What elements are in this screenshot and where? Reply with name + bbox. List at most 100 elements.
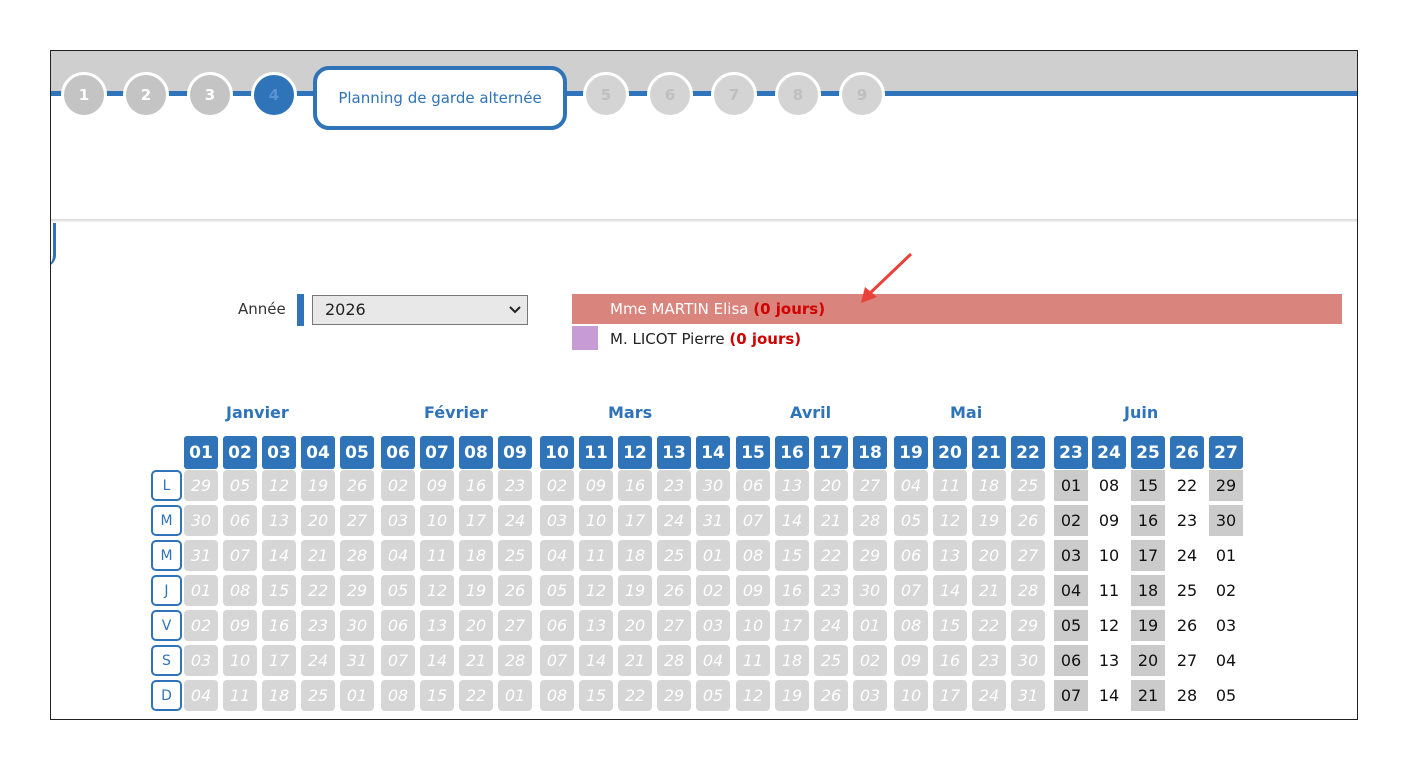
calendar-day[interactable]: 30 — [696, 470, 730, 501]
calendar-day[interactable]: 16 — [775, 575, 809, 606]
calendar-day[interactable]: 11 — [579, 540, 613, 571]
calendar-day[interactable]: 25 — [1170, 575, 1204, 606]
calendar-day[interactable]: 19 — [1131, 610, 1165, 641]
week-number-button[interactable]: 19 — [894, 436, 928, 469]
week-number-button[interactable]: 11 — [579, 436, 613, 469]
calendar-day[interactable]: 18 — [775, 645, 809, 676]
step-2[interactable]: 2 — [123, 72, 169, 118]
calendar-day[interactable]: 31 — [1011, 680, 1045, 711]
weekday-label-button[interactable]: V — [151, 610, 182, 641]
calendar-day[interactable]: 17 — [459, 505, 493, 536]
calendar-day[interactable]: 04 — [696, 645, 730, 676]
calendar-day[interactable]: 06 — [894, 540, 928, 571]
calendar-day[interactable]: 30 — [184, 505, 218, 536]
calendar-day[interactable]: 03 — [381, 505, 415, 536]
calendar-day[interactable]: 16 — [262, 610, 296, 641]
calendar-day[interactable]: 01 — [498, 680, 532, 711]
calendar-day[interactable]: 24 — [1170, 540, 1204, 571]
calendar-day[interactable]: 13 — [933, 540, 967, 571]
calendar-day[interactable]: 04 — [1054, 575, 1088, 606]
calendar-day[interactable]: 15 — [775, 540, 809, 571]
calendar-day[interactable]: 12 — [420, 575, 454, 606]
calendar-day[interactable]: 02 — [540, 470, 574, 501]
legend-parent-1[interactable]: Mme MARTIN Elisa (0 jours) — [572, 294, 1342, 324]
calendar-day[interactable]: 08 — [381, 680, 415, 711]
calendar-day[interactable]: 27 — [340, 505, 374, 536]
calendar-day[interactable]: 01 — [1054, 470, 1088, 501]
calendar-day[interactable]: 04 — [184, 680, 218, 711]
calendar-day[interactable]: 22 — [972, 610, 1006, 641]
calendar-day[interactable]: 27 — [657, 610, 691, 641]
calendar-day[interactable]: 13 — [579, 610, 613, 641]
calendar-day[interactable]: 10 — [1092, 540, 1126, 571]
calendar-day[interactable]: 24 — [972, 680, 1006, 711]
calendar-day[interactable]: 13 — [1092, 645, 1126, 676]
calendar-day[interactable]: 02 — [1054, 505, 1088, 536]
week-number-button[interactable]: 04 — [301, 436, 335, 469]
weekday-label-button[interactable]: L — [151, 470, 182, 501]
calendar-day[interactable]: 13 — [420, 610, 454, 641]
calendar-day[interactable]: 14 — [420, 645, 454, 676]
calendar-day[interactable]: 06 — [1054, 645, 1088, 676]
calendar-day[interactable]: 05 — [223, 470, 257, 501]
calendar-day[interactable]: 26 — [1011, 505, 1045, 536]
calendar-day[interactable]: 14 — [775, 505, 809, 536]
calendar-day[interactable]: 08 — [894, 610, 928, 641]
calendar-day[interactable]: 22 — [814, 540, 848, 571]
calendar-day[interactable]: 04 — [540, 540, 574, 571]
calendar-day[interactable]: 24 — [657, 505, 691, 536]
calendar-day[interactable]: 18 — [972, 470, 1006, 501]
calendar-day[interactable]: 21 — [972, 575, 1006, 606]
calendar-day[interactable]: 30 — [1209, 505, 1243, 536]
calendar-day[interactable]: 25 — [1011, 470, 1045, 501]
calendar-day[interactable]: 26 — [657, 575, 691, 606]
calendar-day[interactable]: 23 — [498, 470, 532, 501]
week-number-button[interactable]: 06 — [381, 436, 415, 469]
calendar-day[interactable]: 03 — [1054, 540, 1088, 571]
calendar-day[interactable]: 24 — [498, 505, 532, 536]
calendar-day[interactable]: 20 — [972, 540, 1006, 571]
calendar-day[interactable]: 07 — [540, 645, 574, 676]
calendar-day[interactable]: 18 — [618, 540, 652, 571]
calendar-day[interactable]: 20 — [1131, 645, 1165, 676]
calendar-day[interactable]: 07 — [1054, 680, 1088, 711]
week-number-button[interactable]: 15 — [736, 436, 770, 469]
calendar-day[interactable]: 20 — [459, 610, 493, 641]
calendar-day[interactable]: 29 — [657, 680, 691, 711]
calendar-day[interactable]: 11 — [420, 540, 454, 571]
calendar-day[interactable]: 07 — [894, 575, 928, 606]
step-1[interactable]: 1 — [61, 72, 107, 118]
calendar-day[interactable]: 06 — [381, 610, 415, 641]
calendar-day[interactable]: 21 — [814, 505, 848, 536]
week-number-button[interactable]: 23 — [1054, 436, 1088, 469]
calendar-day[interactable]: 11 — [223, 680, 257, 711]
calendar-day[interactable]: 09 — [223, 610, 257, 641]
calendar-day[interactable]: 10 — [223, 645, 257, 676]
calendar-day[interactable]: 21 — [301, 540, 335, 571]
week-number-button[interactable]: 10 — [540, 436, 574, 469]
weekday-label-button[interactable]: M — [151, 505, 182, 536]
week-number-button[interactable]: 07 — [420, 436, 454, 469]
week-number-button[interactable]: 16 — [775, 436, 809, 469]
calendar-day[interactable]: 09 — [1092, 505, 1126, 536]
calendar-day[interactable]: 05 — [894, 505, 928, 536]
calendar-day[interactable]: 29 — [1209, 470, 1243, 501]
weekday-label-button[interactable]: D — [151, 680, 182, 711]
calendar-day[interactable]: 25 — [301, 680, 335, 711]
calendar-day[interactable]: 02 — [1209, 575, 1243, 606]
calendar-day[interactable]: 15 — [933, 610, 967, 641]
calendar-day[interactable]: 28 — [657, 645, 691, 676]
calendar-day[interactable]: 28 — [853, 505, 887, 536]
calendar-day[interactable]: 06 — [736, 470, 770, 501]
calendar-day[interactable]: 21 — [1131, 680, 1165, 711]
week-number-button[interactable]: 20 — [933, 436, 967, 469]
calendar-day[interactable]: 20 — [301, 505, 335, 536]
calendar-day[interactable]: 15 — [1131, 470, 1165, 501]
calendar-day[interactable]: 06 — [540, 610, 574, 641]
calendar-day[interactable]: 09 — [579, 470, 613, 501]
calendar-day[interactable]: 21 — [618, 645, 652, 676]
calendar-day[interactable]: 03 — [184, 645, 218, 676]
calendar-day[interactable]: 19 — [618, 575, 652, 606]
calendar-day[interactable]: 05 — [1209, 680, 1243, 711]
week-number-button[interactable]: 24 — [1092, 436, 1126, 469]
